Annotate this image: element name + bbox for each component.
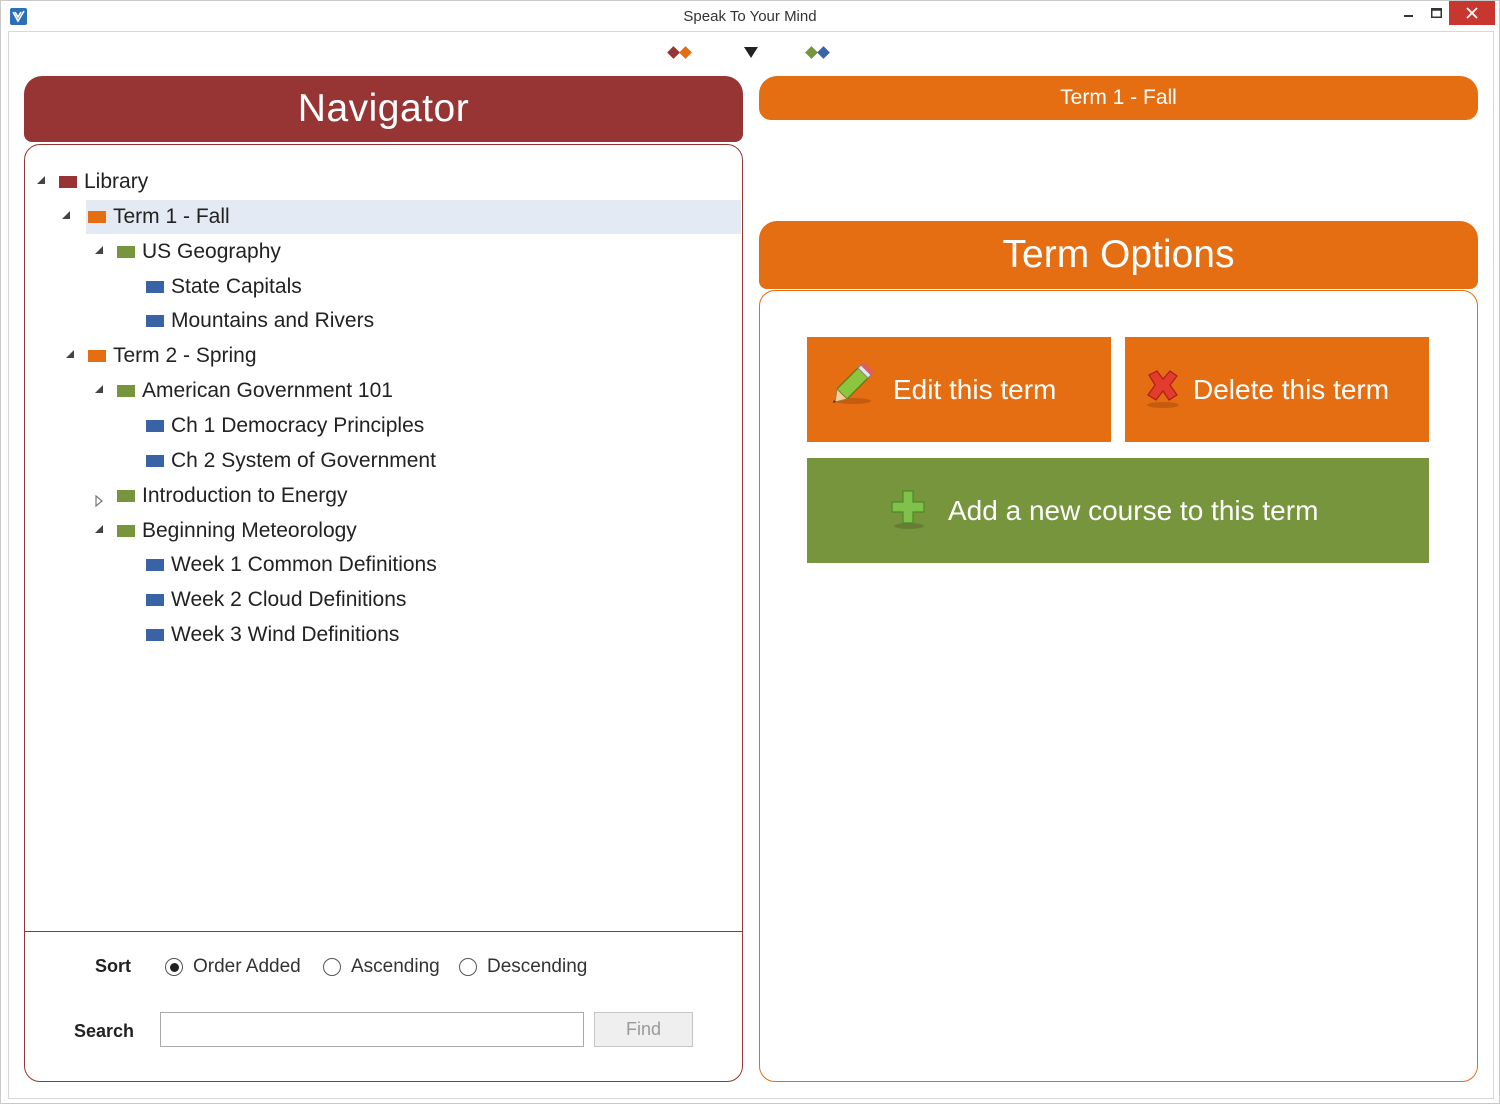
radio-label: Order Added bbox=[193, 956, 301, 977]
delete-x-icon bbox=[1147, 370, 1179, 408]
sort-ascending-radio[interactable]: Ascending bbox=[323, 956, 440, 978]
expand-open-icon[interactable] bbox=[66, 350, 74, 359]
sort-label: Sort bbox=[95, 956, 131, 976]
lesson-color-icon bbox=[146, 559, 164, 572]
tree-item[interactable]: Library bbox=[37, 165, 149, 199]
course-color-icon bbox=[117, 245, 135, 258]
diamond-icon bbox=[805, 46, 818, 59]
tree-item-label: Week 2 Cloud Definitions bbox=[171, 588, 407, 612]
diamond-ornament-left bbox=[667, 46, 692, 59]
diamond-icon bbox=[667, 46, 680, 59]
diamond-icon bbox=[679, 46, 692, 59]
radio-unchecked-icon bbox=[323, 958, 341, 976]
search-input[interactable] bbox=[160, 1012, 584, 1047]
sort-descending-radio[interactable]: Descending bbox=[459, 956, 587, 978]
course-color-icon bbox=[117, 489, 135, 502]
diamond-icon bbox=[817, 46, 830, 59]
minimize-button[interactable] bbox=[1395, 1, 1423, 25]
tree-item-label: Ch 2 System of Government bbox=[171, 448, 436, 472]
library-color-icon bbox=[59, 176, 77, 188]
maximize-icon bbox=[1430, 7, 1442, 18]
term-color-icon bbox=[88, 350, 106, 363]
lesson-color-icon bbox=[146, 629, 164, 642]
tree-item-label: Ch 1 Democracy Principles bbox=[171, 413, 425, 437]
lesson-color-icon bbox=[146, 280, 164, 293]
tree-item-label: Introduction to Energy bbox=[142, 483, 348, 507]
app-window: Speak To Your Mind Navigator Library Term… bbox=[0, 0, 1500, 1104]
tree-item[interactable]: Week 3 Wind Definitions bbox=[146, 618, 399, 652]
navigator-title: Navigator bbox=[297, 87, 470, 130]
tree-item[interactable]: Beginning Meteorology bbox=[95, 514, 357, 548]
expand-open-icon[interactable] bbox=[37, 176, 45, 184]
tree-item[interactable]: Mountains and Rivers bbox=[146, 304, 374, 338]
tree-item-label: Mountains and Rivers bbox=[171, 309, 375, 333]
find-button[interactable]: Find bbox=[594, 1012, 693, 1047]
course-color-icon bbox=[117, 385, 135, 398]
diamond-ornament-right bbox=[805, 46, 830, 59]
radio-unchecked-icon bbox=[459, 958, 477, 976]
lesson-color-icon bbox=[146, 315, 164, 328]
collapse-arrow-icon[interactable] bbox=[744, 47, 758, 58]
tree-item[interactable]: American Government 101 bbox=[95, 374, 393, 408]
expand-open-icon[interactable] bbox=[62, 210, 70, 219]
tree-item-label: Week 1 Common Definitions bbox=[171, 553, 437, 577]
add-course-label: Add a new course to this term bbox=[948, 494, 1319, 526]
selected-term-header: Term 1 - Fall bbox=[759, 76, 1478, 120]
tree-item-label: State Capitals bbox=[171, 274, 302, 298]
expand-open-icon[interactable] bbox=[95, 385, 103, 394]
delete-term-label: Delete this term bbox=[1193, 373, 1390, 405]
tree-item[interactable]: US Geography bbox=[95, 235, 281, 269]
lesson-color-icon bbox=[146, 594, 164, 607]
tree-item-label: Term 2 - Spring bbox=[113, 344, 257, 368]
term-color-icon bbox=[88, 210, 106, 223]
window-title: Speak To Your Mind bbox=[683, 8, 817, 25]
tree-item[interactable]: Term 1 - Fall bbox=[62, 199, 741, 234]
selected-term-title: Term 1 - Fall bbox=[1060, 86, 1177, 109]
plus-icon bbox=[891, 490, 925, 529]
expand-open-icon[interactable] bbox=[95, 245, 103, 254]
minimize-icon bbox=[1404, 15, 1413, 17]
pencil-icon bbox=[833, 362, 874, 404]
radio-checked-icon bbox=[165, 958, 183, 976]
course-color-icon bbox=[117, 524, 135, 537]
tree-item-label: US Geography bbox=[142, 239, 281, 263]
term-options-header: Term Options bbox=[759, 221, 1478, 289]
radio-label: Ascending bbox=[351, 956, 440, 977]
tree-item[interactable]: Introduction to Energy bbox=[95, 479, 348, 513]
close-icon bbox=[1466, 7, 1478, 19]
tree-item-label: Week 3 Wind Definitions bbox=[171, 623, 400, 647]
edit-term-label: Edit this term bbox=[893, 373, 1057, 405]
navigator-panel: Library Term 1 - Fall US Geography State Ca… bbox=[24, 144, 743, 1082]
radio-label: Descending bbox=[487, 956, 588, 977]
tree-item-label: Beginning Meteorology bbox=[142, 518, 357, 542]
tree-item[interactable]: Ch 2 System of Government bbox=[146, 444, 436, 478]
title-bar: Speak To Your Mind bbox=[1, 1, 1499, 31]
tree-item-label: American Government 101 bbox=[142, 379, 393, 403]
close-button[interactable] bbox=[1449, 1, 1495, 25]
maximize-button[interactable] bbox=[1423, 1, 1449, 25]
add-course-button[interactable]: Add a new course to this term bbox=[807, 458, 1429, 563]
divider bbox=[25, 931, 742, 932]
tree-item[interactable]: Term 2 - Spring bbox=[66, 339, 257, 373]
sort-order-added-radio[interactable]: Order Added bbox=[165, 956, 301, 978]
term-options-title: Term Options bbox=[1002, 233, 1235, 276]
tree-item[interactable]: Ch 1 Democracy Principles bbox=[146, 409, 424, 443]
lesson-color-icon bbox=[146, 454, 164, 467]
lesson-color-icon bbox=[146, 419, 164, 432]
delete-term-button[interactable]: Delete this term bbox=[1125, 337, 1429, 442]
expand-open-icon[interactable] bbox=[95, 524, 103, 533]
search-label: Search bbox=[74, 1021, 135, 1041]
tree-item[interactable]: Week 1 Common Definitions bbox=[146, 548, 437, 582]
tree-item-label: Library bbox=[84, 170, 149, 193]
edit-term-button[interactable]: Edit this term bbox=[807, 337, 1111, 442]
tree-item[interactable]: State Capitals bbox=[146, 270, 302, 304]
expand-closed-icon[interactable] bbox=[95, 489, 104, 513]
tree-item-label: Term 1 - Fall bbox=[113, 204, 230, 228]
navigator-header: Navigator bbox=[24, 76, 743, 142]
tree-item[interactable]: Week 2 Cloud Definitions bbox=[146, 583, 406, 617]
